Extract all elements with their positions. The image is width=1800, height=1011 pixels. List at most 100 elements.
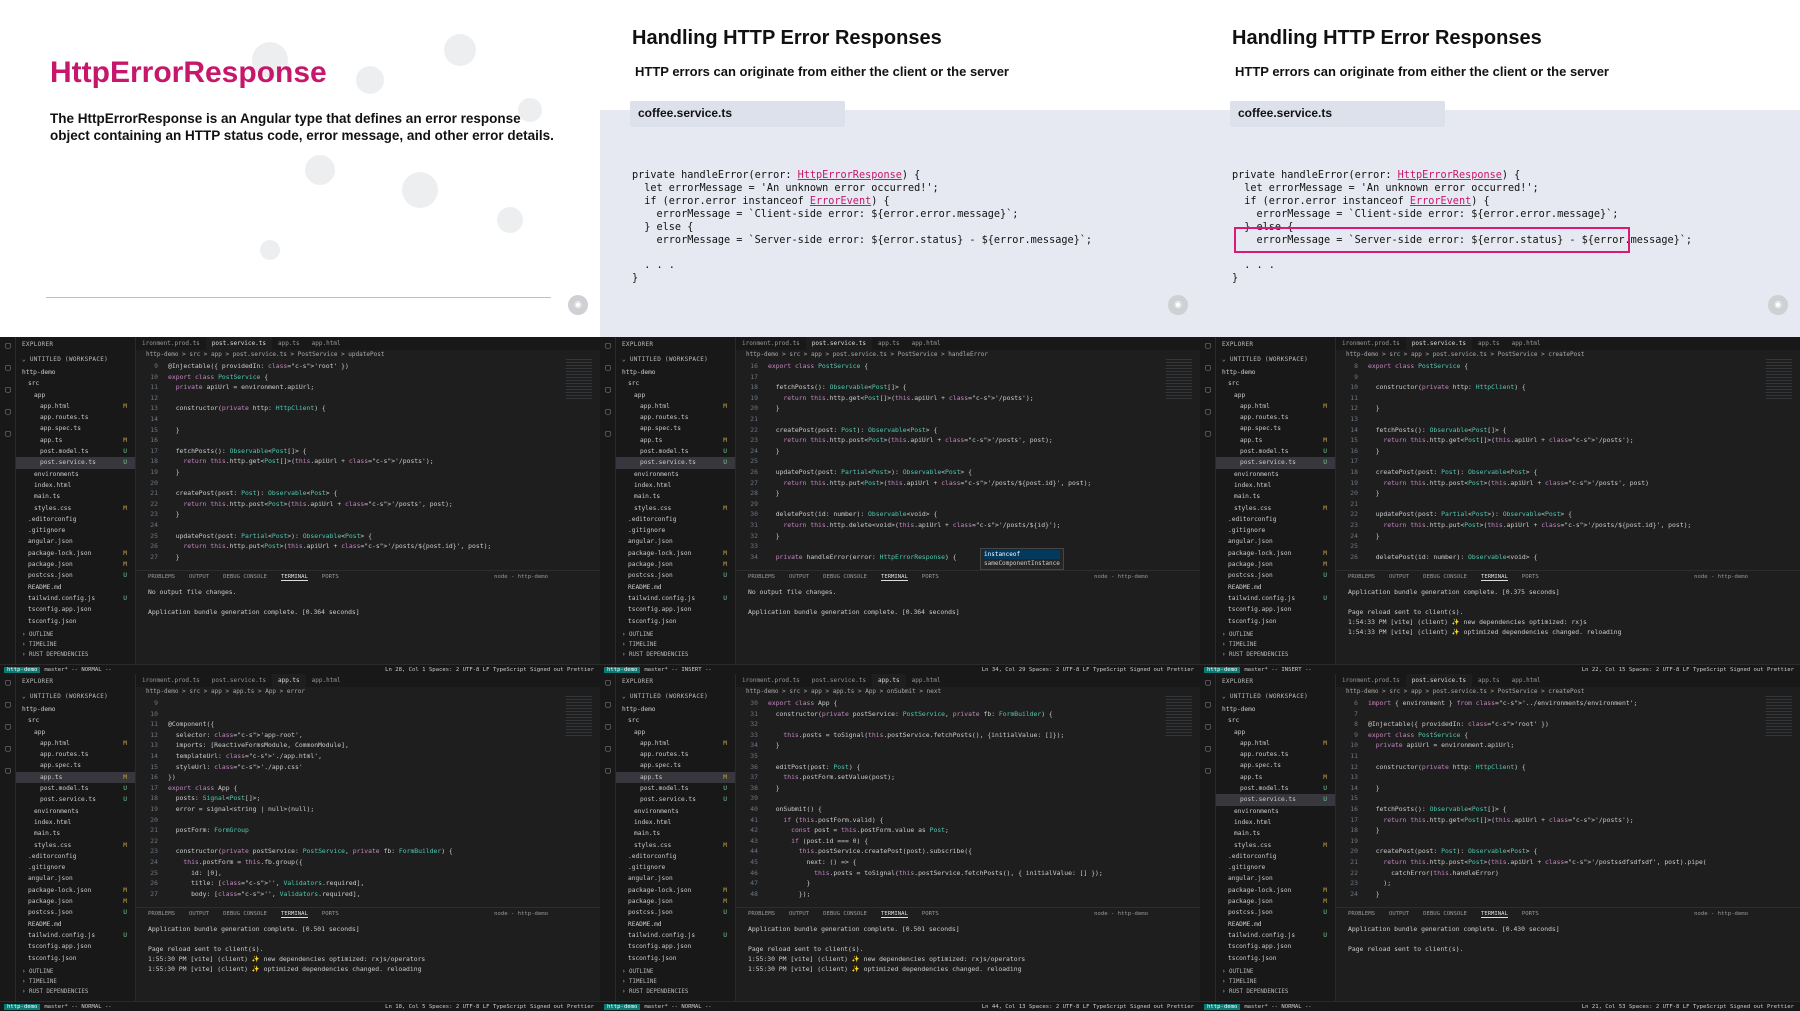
tree-item[interactable]: Mstyles.css bbox=[1216, 503, 1335, 514]
status-item[interactable]: Prettier bbox=[1767, 667, 1794, 673]
editor-tab[interactable]: app.ts bbox=[872, 337, 906, 350]
sidebar-section[interactable]: › TIMELINE bbox=[22, 977, 136, 987]
tree-item[interactable]: Utailwind.config.js bbox=[616, 930, 735, 941]
terminal-output[interactable]: Application bundle generation complete. … bbox=[1336, 583, 1800, 641]
search-icon[interactable]: ▢ bbox=[1200, 363, 1216, 381]
tree-item[interactable]: .editorconfig bbox=[616, 851, 735, 862]
tree-item[interactable]: Upost.service.ts bbox=[616, 457, 735, 469]
tree-item[interactable]: src bbox=[16, 715, 135, 726]
panel-tab[interactable]: PROBLEMS bbox=[1348, 574, 1375, 580]
tree-item[interactable]: app.spec.ts bbox=[616, 423, 735, 434]
tree-item[interactable]: environments bbox=[1216, 806, 1335, 817]
sidebar-section[interactable]: › TIMELINE bbox=[1222, 977, 1336, 987]
tree-item[interactable]: .editorconfig bbox=[616, 514, 735, 525]
status-item[interactable]: Signed out bbox=[1130, 667, 1164, 673]
terminal-label[interactable]: node - http-demo bbox=[1094, 911, 1148, 917]
panel-tab[interactable]: OUTPUT bbox=[189, 911, 209, 917]
panel-tab[interactable]: OUTPUT bbox=[789, 911, 809, 917]
tree-item[interactable]: app bbox=[616, 390, 735, 401]
tree-item[interactable]: Mpackage.json bbox=[1216, 896, 1335, 907]
source-control-icon[interactable]: ▢ bbox=[1200, 385, 1216, 403]
status-item[interactable]: LF bbox=[1083, 1004, 1090, 1010]
tree-item[interactable]: app.spec.ts bbox=[1216, 423, 1335, 434]
tree-item[interactable]: Utailwind.config.js bbox=[16, 593, 135, 604]
status-item[interactable]: UTF-8 bbox=[1663, 667, 1680, 673]
tree-item[interactable]: Utailwind.config.js bbox=[16, 930, 135, 941]
tree-item[interactable]: README.md bbox=[1216, 582, 1335, 593]
tree-item[interactable]: http-demo bbox=[1216, 704, 1335, 715]
tree-item[interactable]: Upostcss.json bbox=[616, 907, 735, 918]
minimap[interactable] bbox=[1166, 359, 1192, 399]
tree-item[interactable]: Mpackage.json bbox=[16, 559, 135, 570]
panel-tab[interactable]: PROBLEMS bbox=[148, 911, 175, 917]
tree-item[interactable]: angular.json bbox=[1216, 873, 1335, 884]
editor-tab[interactable]: post.service.ts bbox=[1405, 337, 1472, 350]
tree-item[interactable]: Upostcss.json bbox=[1216, 570, 1335, 581]
remote-indicator[interactable]: http-demo bbox=[1204, 667, 1241, 673]
extensions-icon[interactable]: ▢ bbox=[1200, 766, 1216, 784]
panel-tab[interactable]: DEBUG CONSOLE bbox=[1423, 574, 1467, 580]
tree-item[interactable]: Upost.service.ts bbox=[1216, 794, 1335, 806]
tree-item[interactable]: src bbox=[1216, 378, 1335, 389]
tree-item[interactable]: tsconfig.app.json bbox=[16, 604, 135, 615]
status-item[interactable]: Signed out bbox=[530, 1004, 564, 1010]
minimap[interactable] bbox=[1166, 696, 1192, 736]
tree-item[interactable]: Upost.service.ts bbox=[1216, 457, 1335, 469]
tree-item[interactable]: Mstyles.css bbox=[616, 840, 735, 851]
remote-indicator[interactable]: http-demo bbox=[604, 667, 641, 673]
tree-item[interactable]: Mstyles.css bbox=[1216, 840, 1335, 851]
tree-item[interactable]: Mpackage.json bbox=[616, 896, 735, 907]
tree-item[interactable]: tsconfig.json bbox=[16, 616, 135, 627]
tree-item[interactable]: README.md bbox=[616, 582, 735, 593]
tree-item[interactable]: .gitignore bbox=[616, 525, 735, 536]
tree-item[interactable]: tsconfig.app.json bbox=[616, 941, 735, 952]
status-item[interactable]: TypeScript bbox=[493, 1004, 527, 1010]
search-icon[interactable]: ▢ bbox=[600, 700, 616, 718]
status-item[interactable]: Prettier bbox=[1767, 1004, 1794, 1010]
tree-item[interactable]: main.ts bbox=[616, 491, 735, 502]
tree-item[interactable]: Mpackage-lock.json bbox=[1216, 885, 1335, 896]
tree-item[interactable]: angular.json bbox=[16, 536, 135, 547]
panel-tab[interactable]: PORTS bbox=[922, 911, 939, 917]
tree-item[interactable]: tsconfig.json bbox=[1216, 953, 1335, 964]
tree-item[interactable]: Mpackage.json bbox=[16, 896, 135, 907]
panel-tab[interactable]: DEBUG CONSOLE bbox=[223, 911, 267, 917]
panel-tab[interactable]: PROBLEMS bbox=[748, 911, 775, 917]
tree-item[interactable]: index.html bbox=[16, 480, 135, 491]
run-debug-icon[interactable]: ▢ bbox=[1200, 407, 1216, 425]
panel-tab[interactable]: PORTS bbox=[1522, 911, 1539, 917]
terminal-label[interactable]: node - http-demo bbox=[494, 911, 548, 917]
tree-item[interactable]: app.routes.ts bbox=[1216, 412, 1335, 423]
status-item[interactable]: TypeScript bbox=[1093, 1004, 1127, 1010]
panel-tab[interactable]: PROBLEMS bbox=[748, 574, 775, 580]
tree-item[interactable]: index.html bbox=[616, 480, 735, 491]
tree-item[interactable]: src bbox=[616, 378, 735, 389]
sidebar-section[interactable]: › TIMELINE bbox=[1222, 640, 1336, 650]
tree-item[interactable]: angular.json bbox=[616, 873, 735, 884]
editor-tab[interactable]: app.ts bbox=[871, 674, 906, 687]
code-editor[interactable]: 30 export class App {31 constructor(priva… bbox=[736, 698, 1160, 898]
tree-item[interactable]: Mstyles.css bbox=[16, 503, 135, 514]
status-item[interactable]: UTF-8 bbox=[463, 667, 480, 673]
panel-tab[interactable]: PORTS bbox=[322, 574, 339, 580]
status-item[interactable]: Signed out bbox=[1730, 1004, 1764, 1010]
status-item[interactable]: LF bbox=[483, 667, 490, 673]
editor-tab[interactable]: ironment.prod.ts bbox=[136, 337, 206, 350]
tree-item[interactable]: Upost.model.ts bbox=[1216, 446, 1335, 457]
status-item[interactable]: Prettier bbox=[1167, 667, 1194, 673]
minimap[interactable] bbox=[566, 359, 592, 399]
run-debug-icon[interactable]: ▢ bbox=[600, 407, 616, 425]
tree-item[interactable]: Mstyles.css bbox=[616, 503, 735, 514]
tree-item[interactable]: Mapp.html bbox=[1216, 738, 1335, 749]
files-icon[interactable]: ▢ bbox=[600, 678, 616, 696]
tree-item[interactable]: main.ts bbox=[1216, 491, 1335, 502]
tree-item[interactable]: app.routes.ts bbox=[16, 749, 135, 760]
tree-item[interactable]: Mstyles.css bbox=[16, 840, 135, 851]
status-item[interactable]: LF bbox=[483, 1004, 490, 1010]
panel-tab[interactable]: PROBLEMS bbox=[1348, 911, 1375, 917]
status-item[interactable]: UTF-8 bbox=[463, 1004, 480, 1010]
editor-tab[interactable]: app.html bbox=[906, 674, 947, 687]
tree-item[interactable]: http-demo bbox=[1216, 367, 1335, 378]
tree-item[interactable]: index.html bbox=[1216, 817, 1335, 828]
tree-item[interactable]: environments bbox=[1216, 469, 1335, 480]
